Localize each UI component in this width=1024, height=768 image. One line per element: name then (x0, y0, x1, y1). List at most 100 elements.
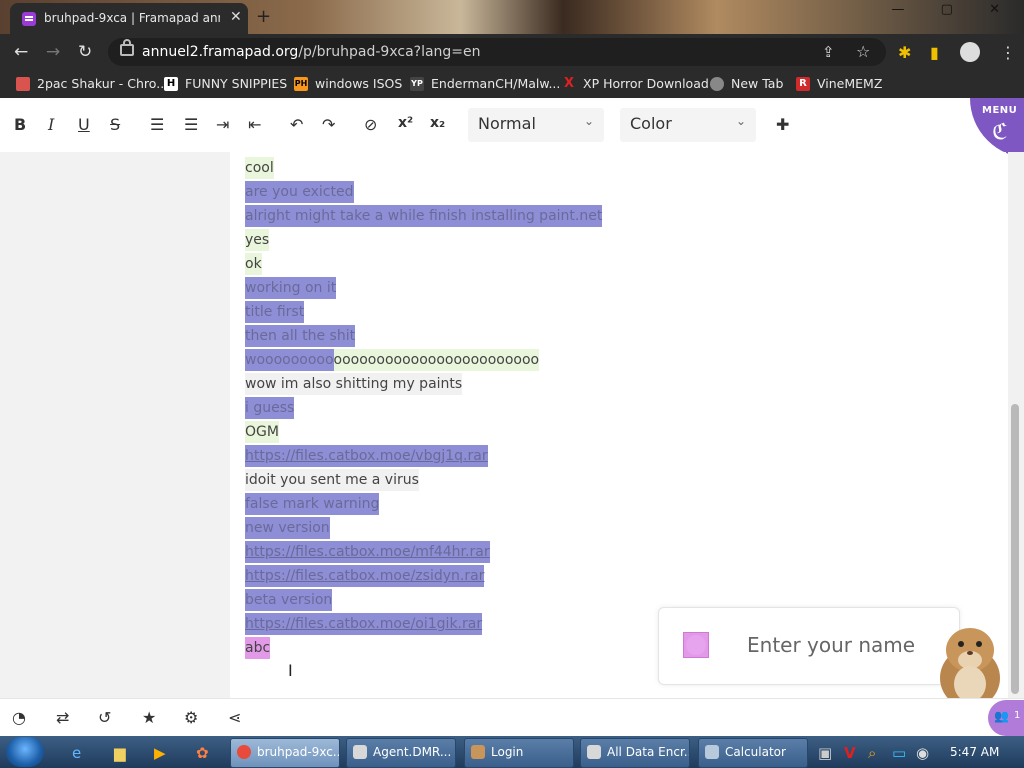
star-icon[interactable]: ★ (142, 708, 156, 727)
scrollbar-thumb[interactable] (1011, 404, 1019, 694)
pad-line[interactable]: https://files.catbox.moe/zsidyn.rar (245, 564, 602, 588)
new-tab-button[interactable]: + (256, 6, 271, 27)
pad-line[interactable]: https://files.catbox.moe/mf44hr.rar (245, 540, 602, 564)
text-color-select[interactable]: Color ⌄ (620, 108, 756, 142)
user-name-input[interactable] (745, 630, 949, 660)
chevron-down-icon: ⌄ (583, 114, 594, 128)
bookmark-windows-isos[interactable]: PH windows ISOS (294, 76, 402, 91)
pad-line[interactable]: new version (245, 516, 602, 540)
back-arrow-icon[interactable]: ← (14, 42, 28, 62)
start-button[interactable] (6, 737, 44, 767)
pad-line-link[interactable]: https://files.catbox.moe/zsidyn.rar (245, 565, 485, 587)
taskbar-item-calculator[interactable]: Calculator (698, 738, 808, 768)
taskbar-item-agent[interactable]: Agent.DMR... (346, 738, 456, 768)
pad-line[interactable]: ok (245, 252, 602, 276)
comment-icon[interactable]: ✚ (776, 115, 789, 134)
import-export-icon[interactable]: ⇄ (56, 708, 69, 727)
tray-v-icon[interactable]: V (844, 744, 856, 762)
pad-line[interactable]: abc (245, 636, 602, 660)
tab-close-icon[interactable]: ✕ (230, 9, 242, 25)
underline-icon[interactable]: U (78, 115, 90, 134)
url-text[interactable]: annuel2.framapad.org/p/bruhpad-9xca?lang… (142, 44, 481, 60)
app-launcher-icon[interactable]: ✿ (196, 744, 209, 762)
browser-tab[interactable]: bruhpad-9xca | Framapad annuel ✕ (10, 3, 248, 34)
undo-icon[interactable]: ↶ (290, 115, 303, 134)
pad-line[interactable]: false mark warning (245, 492, 602, 516)
pad-line[interactable]: title first (245, 300, 602, 324)
user-name-panel (658, 607, 960, 685)
pad-line[interactable]: i guess (245, 396, 602, 420)
tab-title: bruhpad-9xca | Framapad annuel (44, 11, 220, 25)
taskbar-item-encryption[interactable]: All Data Encr... (580, 738, 690, 768)
window-controls[interactable]: — ▢ ✕ (892, 2, 1016, 17)
pad-line-link[interactable]: https://files.catbox.moe/oi1gik.rar (245, 613, 483, 635)
kebab-menu-icon[interactable]: ⋮ (1000, 43, 1016, 62)
pad-line[interactable]: working on it (245, 276, 602, 300)
settings-gear-icon[interactable]: ⚙ (184, 708, 198, 727)
italic-icon[interactable]: I (48, 115, 54, 134)
pad-line[interactable]: yes (245, 228, 602, 252)
profile-avatar-icon[interactable] (960, 42, 980, 62)
share-icon[interactable]: ⋖ (228, 708, 241, 727)
outdent-icon[interactable]: ⇤ (248, 115, 261, 134)
taskbar-item-chrome[interactable]: bruhpad-9xc... (230, 738, 340, 768)
omnibox[interactable]: annuel2.framapad.org/p/bruhpad-9xca?lang… (108, 38, 886, 66)
timeslider-history-icon[interactable]: ↺ (98, 708, 111, 727)
paragraph-style-value: Normal (478, 114, 536, 133)
reload-icon[interactable]: ↻ (78, 42, 92, 62)
pad-line[interactable]: are you exicted (245, 180, 602, 204)
side-panel-icon[interactable]: ▮ (930, 43, 939, 62)
extensions-puzzle-icon[interactable]: ✱ (898, 43, 911, 62)
hide-authorship-colors-icon[interactable]: ⊘ (364, 115, 377, 134)
pad-line[interactable]: then all the shit (245, 324, 602, 348)
pad-line-text: title first (245, 301, 305, 323)
pad-line[interactable]: wooooooooooooooooooooooooooooooooo (245, 348, 602, 372)
internet-explorer-icon[interactable]: e (72, 744, 81, 762)
media-player-icon[interactable]: ▶ (154, 744, 166, 762)
taskbar-clock[interactable]: 5:47 AM (950, 745, 999, 759)
pad-line[interactable]: cool (245, 156, 602, 180)
tray-app-icon[interactable]: ▣ (818, 744, 832, 762)
pad-line-text: OGM (245, 421, 279, 443)
subscript-icon[interactable]: x₂ (430, 115, 445, 131)
bookmark-xp-horror[interactable]: X XP Horror Download (562, 76, 709, 91)
ordered-list-icon[interactable]: ☰ (150, 115, 164, 134)
pad-line[interactable]: alright might take a while finish instal… (245, 204, 603, 228)
bookmark-endermanch[interactable]: YP EndermanCH/Malw... (410, 76, 560, 91)
forward-arrow-icon[interactable]: → (46, 42, 60, 62)
pad-line[interactable]: OGM (245, 420, 602, 444)
pad-line[interactable]: idoit you sent me a virus (245, 468, 602, 492)
tray-search-icon[interactable]: ⌕ (868, 744, 876, 762)
bookmark-2pac[interactable]: 2pac Shakur - Chro... (16, 76, 168, 91)
bookmark-new-tab[interactable]: New Tab (710, 76, 783, 91)
bookmark-star-icon[interactable]: ☆ (856, 42, 870, 61)
editor-scrollbar[interactable] (1008, 152, 1024, 698)
bookmark-label: windows ISOS (315, 76, 403, 91)
indent-icon[interactable]: ⇥ (216, 115, 229, 134)
users-button[interactable]: 👥 1 (988, 700, 1024, 736)
pad-line[interactable]: beta version (245, 588, 602, 612)
pad-line-link[interactable]: https://files.catbox.moe/vbgj1q.rar (245, 445, 488, 467)
bookmark-vinememz[interactable]: R VineMEMZ (796, 76, 882, 91)
taskbar-item-login[interactable]: Login (464, 738, 574, 768)
users-icon: 👥 (994, 709, 1009, 723)
pad-line[interactable]: https://files.catbox.moe/vbgj1q.rar (245, 444, 602, 468)
chevron-down-icon: ⌄ (735, 114, 746, 128)
unordered-list-icon[interactable]: ☰ (184, 115, 198, 134)
tray-volume-icon[interactable]: ◉ (916, 744, 929, 762)
folder-icon[interactable]: ▆ (114, 744, 126, 762)
share-icon[interactable]: ⇪ (822, 43, 835, 61)
tray-monitor-icon[interactable]: ▭ (892, 744, 906, 762)
bold-icon[interactable]: B (14, 115, 26, 134)
strikethrough-icon[interactable]: S (110, 115, 120, 134)
dashboard-icon[interactable]: ◔ (12, 708, 26, 727)
redo-icon[interactable]: ↷ (322, 115, 335, 134)
superscript-icon[interactable]: x² (398, 115, 413, 131)
pad-lines[interactable]: cool are you exicted alright might take a … (245, 156, 603, 660)
bookmark-funny-snippies[interactable]: H FUNNY SNIPPIES (164, 76, 287, 91)
user-color-swatch[interactable] (683, 632, 709, 658)
pad-line[interactable]: https://files.catbox.moe/oi1gik.rar (245, 612, 602, 636)
pad-line[interactable]: wow im also shitting my paints (245, 372, 602, 396)
paragraph-style-select[interactable]: Normal ⌄ (468, 108, 604, 142)
pad-line-link[interactable]: https://files.catbox.moe/mf44hr.rar (245, 541, 490, 563)
